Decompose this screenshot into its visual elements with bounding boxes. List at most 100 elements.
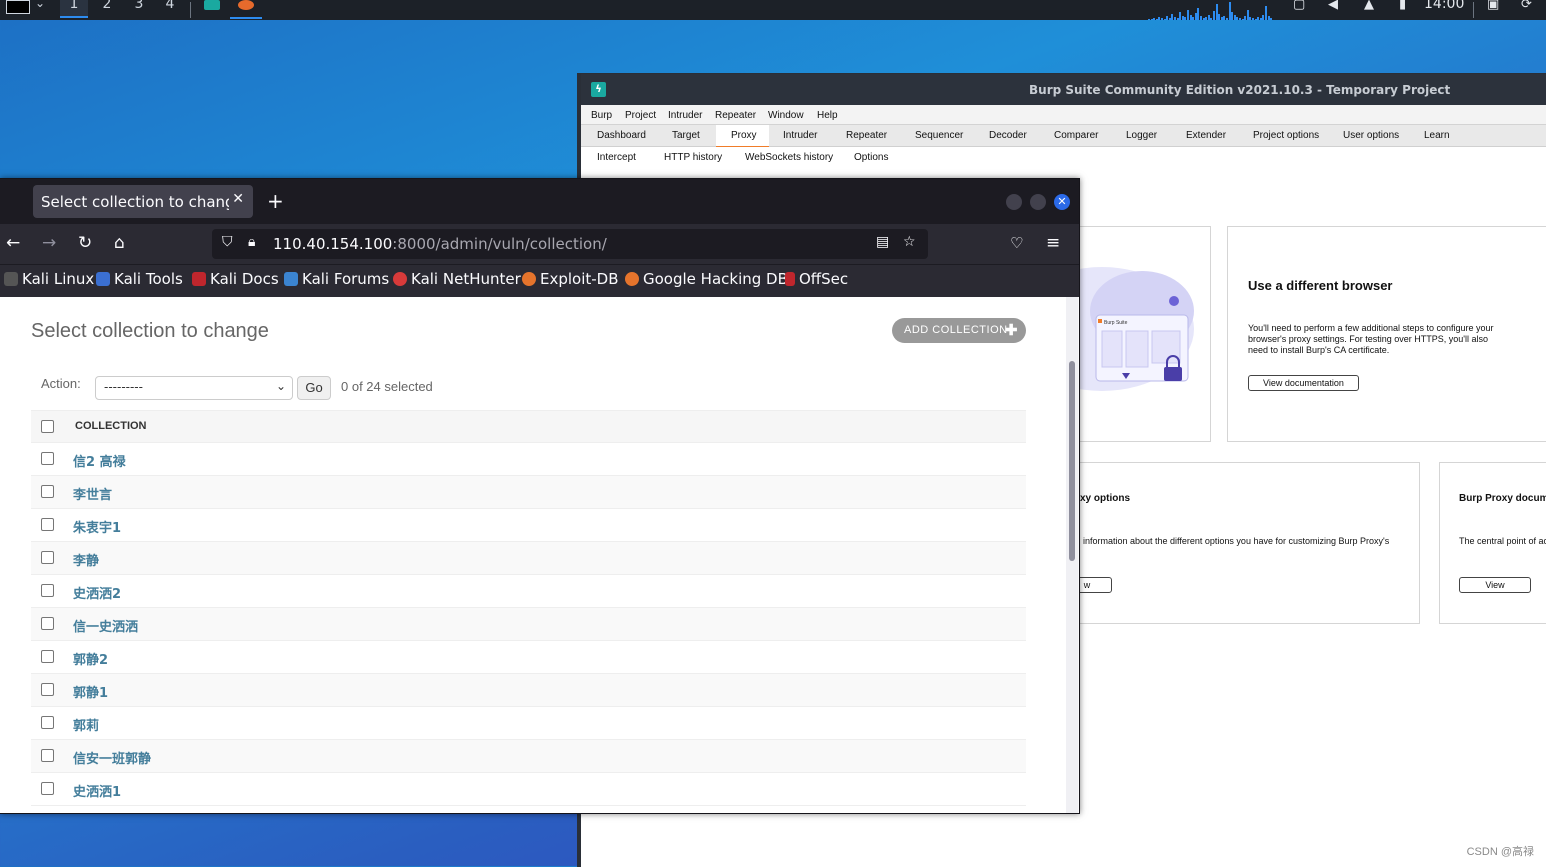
- row-checkbox[interactable]: [41, 749, 54, 762]
- workspace-4[interactable]: 4: [156, 0, 184, 12]
- tab-logger[interactable]: Logger: [1126, 130, 1157, 141]
- workspace-2[interactable]: 2: [93, 0, 121, 12]
- power-icon[interactable]: ⟳: [1521, 0, 1532, 12]
- bookmark-kali-docs[interactable]: Kali Docs: [192, 270, 279, 288]
- back-arrow-icon[interactable]: ←: [6, 233, 20, 253]
- volume-icon[interactable]: ◀: [1328, 0, 1338, 12]
- view-documentation-button[interactable]: View documentation: [1248, 375, 1359, 391]
- workspace-3[interactable]: 3: [125, 0, 153, 12]
- row-checkbox[interactable]: [41, 650, 54, 663]
- bookmark-kali-forums[interactable]: Kali Forums: [284, 270, 389, 288]
- firefox-app-icon[interactable]: [238, 0, 254, 10]
- row-link[interactable]: 郭莉: [73, 715, 99, 734]
- chevron-down-icon[interactable]: ⌄: [35, 0, 45, 10]
- terminal-icon[interactable]: [6, 0, 30, 14]
- row-link[interactable]: 郭静1: [73, 682, 108, 701]
- row-checkbox[interactable]: [41, 683, 54, 696]
- row-checkbox[interactable]: [41, 782, 54, 795]
- subtab-intercept[interactable]: Intercept: [597, 152, 636, 163]
- row-link[interactable]: 李世言: [73, 484, 112, 503]
- network-icon[interactable]: ▢: [1293, 0, 1305, 12]
- tab-proxy[interactable]: Proxy: [731, 130, 757, 141]
- row-link[interactable]: 李静: [73, 550, 99, 569]
- battery-icon[interactable]: ▮: [1399, 0, 1406, 12]
- tab-dashboard[interactable]: Dashboard: [597, 130, 646, 141]
- browser-tab-active[interactable]: Select collection to change | Dj ✕: [33, 185, 253, 218]
- subtab-options[interactable]: Options: [854, 152, 888, 163]
- burp-app-icon[interactable]: [204, 0, 220, 10]
- bookmark-google-hacking-db[interactable]: Google Hacking DB: [625, 270, 788, 288]
- cpu-graph-bar: [1270, 18, 1273, 20]
- menu-help[interactable]: Help: [817, 110, 838, 121]
- tab-project-options[interactable]: Project options: [1253, 130, 1319, 141]
- subtab-http-history[interactable]: HTTP history: [664, 152, 722, 163]
- table-row: 信2 高禄: [31, 443, 1026, 476]
- menu-burp[interactable]: Burp: [591, 110, 612, 121]
- row-checkbox[interactable]: [41, 617, 54, 630]
- subtab-websockets-history[interactable]: WebSockets history: [745, 152, 833, 163]
- row-link[interactable]: 史洒洒2: [73, 583, 121, 602]
- bookmark-kali-tools[interactable]: Kali Tools: [96, 270, 183, 288]
- workspace-1[interactable]: 1: [60, 0, 88, 18]
- row-checkbox[interactable]: [41, 551, 54, 564]
- firefox-navbar: ← → ↻ ⌂ ⛉ 🔒︎ 110.40.154.100:8000/admin/v…: [0, 224, 1079, 264]
- url-bar[interactable]: ⛉ 🔒︎ 110.40.154.100:8000/admin/vuln/coll…: [212, 229, 928, 259]
- row-link[interactable]: 信一史洒洒: [73, 616, 138, 635]
- separator: [190, 2, 191, 18]
- row-checkbox[interactable]: [41, 716, 54, 729]
- row-checkbox[interactable]: [41, 518, 54, 531]
- action-select[interactable]: --------- ⌄: [95, 376, 293, 400]
- menu-repeater[interactable]: Repeater: [715, 110, 756, 121]
- scrollbar-thumb[interactable]: [1069, 361, 1075, 561]
- bookmarks-toolbar: Kali Linux Kali Tools Kali Docs Kali For…: [0, 264, 1079, 297]
- page-scrollbar[interactable]: [1066, 297, 1078, 813]
- menu-project[interactable]: Project: [625, 110, 656, 121]
- select-all-checkbox[interactable]: [41, 420, 54, 433]
- lock-icon[interactable]: 🔒︎: [248, 234, 255, 250]
- tab-decoder[interactable]: Decoder: [989, 130, 1027, 141]
- clock[interactable]: 14:00: [1424, 0, 1464, 12]
- row-checkbox[interactable]: [41, 584, 54, 597]
- menu-window[interactable]: Window: [768, 110, 804, 121]
- tab-extender[interactable]: Extender: [1186, 130, 1226, 141]
- notification-bell-icon[interactable]: ▲: [1364, 0, 1374, 12]
- reload-icon[interactable]: ↻: [78, 233, 92, 253]
- bookmark-exploit-db[interactable]: Exploit-DB: [522, 270, 619, 288]
- shield-icon[interactable]: ⛉: [222, 234, 233, 250]
- home-icon[interactable]: ⌂: [114, 233, 125, 253]
- close-window-button[interactable]: ✕: [1054, 194, 1070, 210]
- pocket-icon[interactable]: ♡: [1010, 234, 1023, 252]
- tab-target[interactable]: Target: [672, 130, 700, 141]
- bookmark-offsec[interactable]: OffSec: [785, 270, 848, 288]
- tab-intruder[interactable]: Intruder: [783, 130, 817, 141]
- row-checkbox[interactable]: [41, 485, 54, 498]
- minimize-button[interactable]: [1006, 194, 1022, 210]
- row-link[interactable]: 信2 高禄: [73, 451, 126, 470]
- tab-repeater[interactable]: Repeater: [846, 130, 887, 141]
- tab-sequencer[interactable]: Sequencer: [915, 130, 963, 141]
- row-link[interactable]: 信安一班郭静: [73, 748, 151, 767]
- tab-user-options[interactable]: User options: [1343, 130, 1399, 141]
- menu-hamburger-icon[interactable]: ≡: [1046, 233, 1060, 253]
- tab-comparer[interactable]: Comparer: [1054, 130, 1098, 141]
- forward-arrow-icon[interactable]: →: [42, 233, 56, 253]
- bookmark-kali-nethunter[interactable]: Kali NetHunter: [393, 270, 521, 288]
- add-collection-button[interactable]: ADD COLLECTION ✚: [892, 318, 1026, 343]
- row-checkbox[interactable]: [41, 452, 54, 465]
- go-button[interactable]: Go: [297, 376, 331, 400]
- lock-icon[interactable]: ▣: [1487, 0, 1499, 12]
- new-tab-icon[interactable]: +: [267, 189, 284, 213]
- menu-intruder[interactable]: Intruder: [668, 110, 702, 121]
- row-link[interactable]: 朱衷宇1: [73, 517, 121, 536]
- bookmark-star-icon[interactable]: ☆: [903, 234, 916, 250]
- bookmark-kali-linux[interactable]: Kali Linux: [4, 270, 94, 288]
- reader-view-icon[interactable]: ▤: [876, 234, 889, 250]
- url-text[interactable]: 110.40.154.100:8000/admin/vuln/collectio…: [273, 235, 607, 253]
- row-link[interactable]: 史洒洒1: [73, 781, 121, 800]
- tab-learn[interactable]: Learn: [1424, 130, 1450, 141]
- maximize-button[interactable]: [1030, 194, 1046, 210]
- column-header-collection[interactable]: COLLECTION: [75, 420, 147, 432]
- view-docs-button[interactable]: View: [1459, 577, 1531, 593]
- close-tab-icon[interactable]: ✕: [232, 191, 244, 207]
- row-link[interactable]: 郭静2: [73, 649, 108, 668]
